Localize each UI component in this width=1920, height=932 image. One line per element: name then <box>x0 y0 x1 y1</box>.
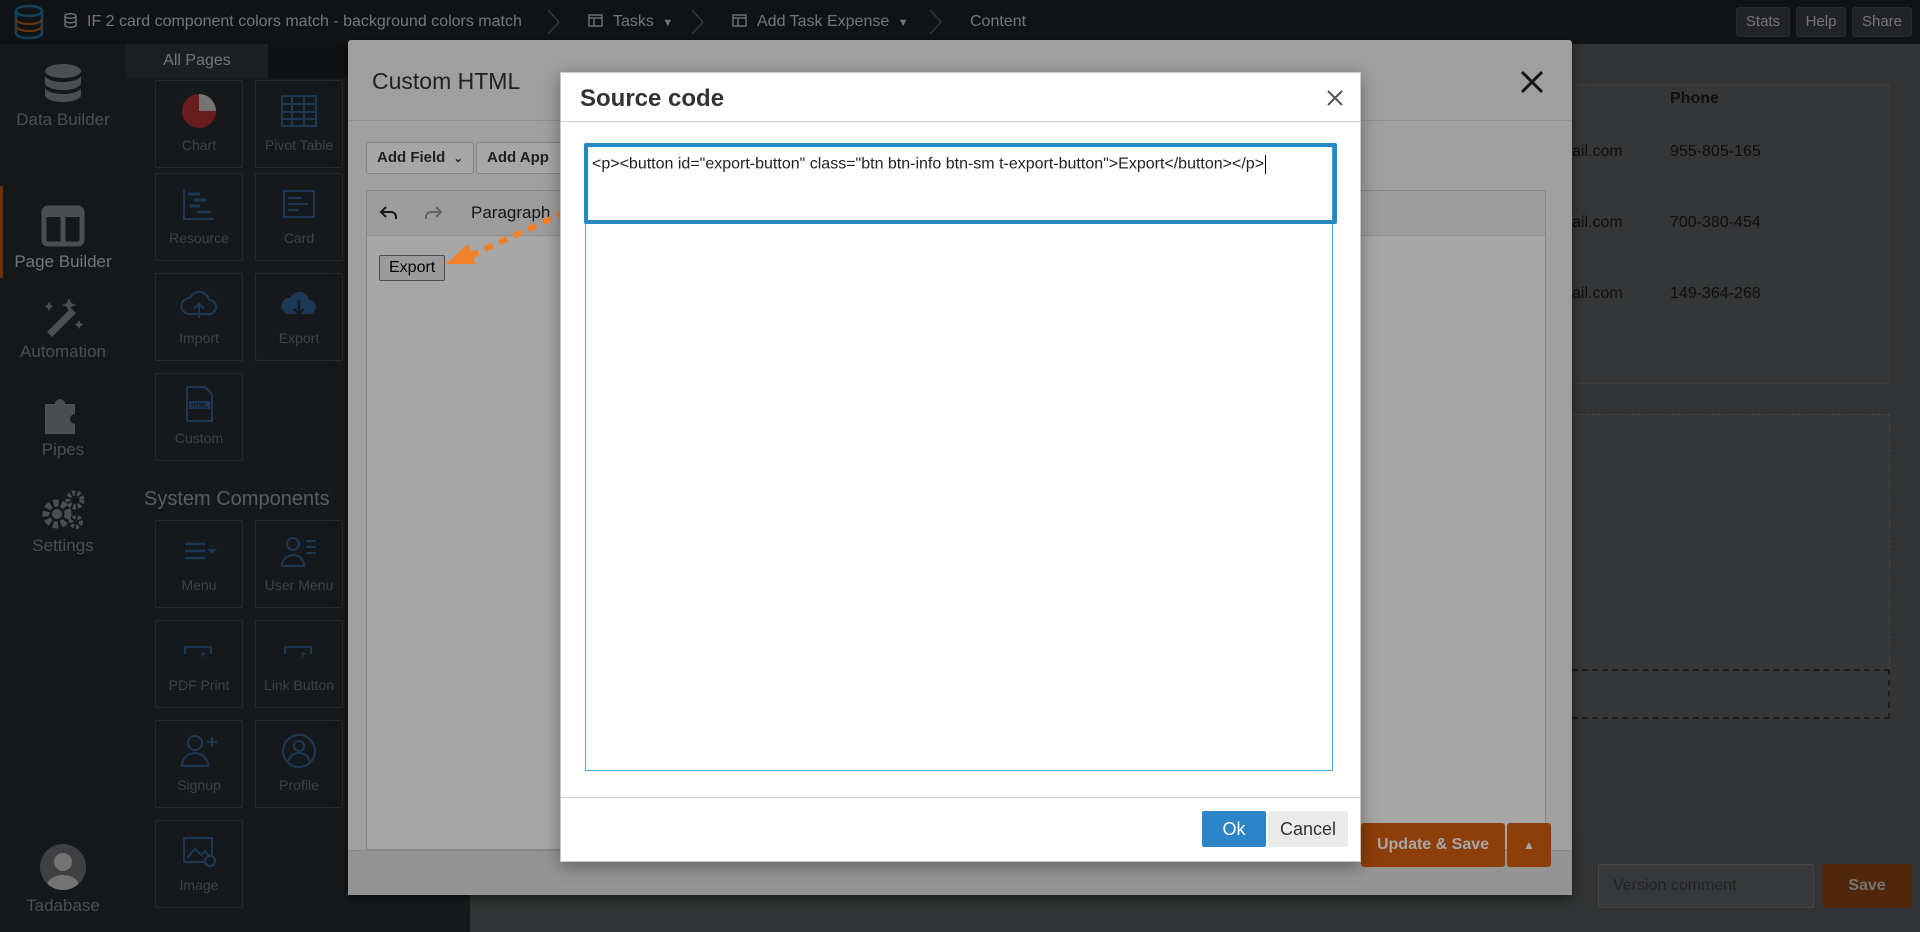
dialog-title: Source code <box>580 85 725 112</box>
dialog-footer-divider <box>561 797 1360 798</box>
cancel-button[interactable]: Cancel <box>1268 811 1348 847</box>
dialog-header-divider <box>561 121 1360 122</box>
ok-button[interactable]: Ok <box>1202 811 1266 847</box>
code-highlight-box <box>584 143 1337 224</box>
source-code-textarea[interactable]: <p><button id="export-button" class="btn… <box>585 144 1333 771</box>
close-icon[interactable] <box>1324 87 1346 109</box>
